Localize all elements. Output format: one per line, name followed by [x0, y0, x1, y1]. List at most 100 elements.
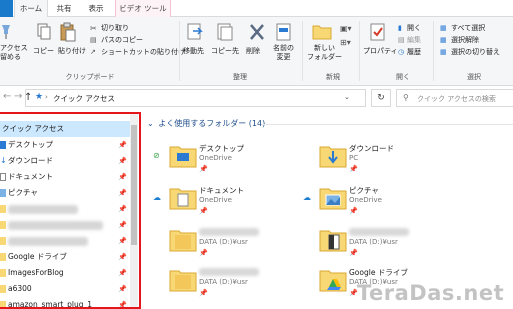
pin-icon: 📌 [349, 207, 358, 215]
tab-view[interactable]: 表示 [85, 0, 107, 17]
content-pane: ⌄ よく使用するフォルダー (14) ⊘ デスクトップ OneDrive 📌 ダ… [143, 113, 513, 309]
properties-button[interactable]: プロパティ [363, 47, 398, 56]
copy-to-icon [216, 22, 234, 42]
picture-folder-icon [319, 183, 347, 213]
group-open-label: 開く [396, 73, 410, 81]
folder-tile-downloads[interactable]: ダウンロード PC 📌 [293, 141, 443, 181]
quick-access-star-icon: ★ [35, 92, 44, 102]
edit-icon: ▤ [398, 36, 405, 44]
easy-access-icon[interactable]: ⊞▾ [340, 38, 351, 47]
folder-tile-pictures[interactable]: ☁ ピクチャ OneDrive 📌 [293, 183, 443, 223]
group-separator [302, 21, 303, 81]
paste-shortcut-button[interactable]: ショートカットの貼り付け [101, 48, 185, 57]
refresh-button[interactable]: ↻ [371, 89, 391, 107]
cut-button[interactable]: 切り取り [101, 24, 129, 33]
paste-button[interactable]: 貼り付け [58, 47, 86, 56]
copy-path-button[interactable]: パスのコピー [101, 36, 143, 45]
chevron-down-icon[interactable]: ⌄ [344, 93, 350, 101]
breadcrumb-chevron-icon: › [45, 93, 48, 101]
folder-tile-documents[interactable]: ☁ ドキュメント OneDrive 📌 [143, 183, 293, 223]
folder-tile-data[interactable]: DATA (D:)¥usr 📌 [143, 265, 293, 305]
refresh-icon: ↻ [377, 93, 385, 103]
history-button[interactable]: 履歴 [407, 48, 421, 57]
move-to-icon [186, 22, 204, 42]
forward-arrow-icon[interactable]: → [14, 91, 22, 102]
select-all-button[interactable]: すべて選択 [451, 24, 485, 33]
group-separator [433, 21, 434, 81]
new-folder-button[interactable]: 新しい フォルダー [307, 44, 342, 62]
section-header[interactable]: ⌄ よく使用するフォルダー (14) [147, 118, 265, 129]
select-none-button[interactable]: 選択解除 [451, 36, 479, 45]
rename-button[interactable]: 名前の 変更 [273, 44, 294, 62]
select-all-icon: ▦ [440, 24, 447, 32]
group-organize-label: 整理 [233, 73, 247, 81]
address-bar[interactable]: ↑ ★ › クイック アクセス ⌄ [24, 89, 366, 107]
up-arrow-icon[interactable]: ↑ [24, 92, 32, 103]
invert-selection-icon: ▦ [440, 48, 447, 56]
tab-home[interactable]: ホーム [14, 0, 48, 18]
highlight-frame [0, 112, 141, 309]
group-new-label: 新規 [326, 73, 340, 81]
open-icon: ▮ [398, 24, 402, 32]
divider [261, 124, 513, 125]
redacted-label [199, 228, 259, 236]
redacted-label [349, 228, 409, 236]
folder-icon [169, 225, 197, 255]
tab-share[interactable]: 共有 [53, 0, 75, 17]
rename-icon [276, 22, 292, 42]
pin-icon: 📌 [199, 165, 208, 173]
new-item-icon[interactable]: ▣▾ [340, 24, 352, 33]
search-icon: ⚲ [403, 93, 409, 102]
sync-ok-icon: ⊘ [153, 151, 160, 160]
folder-tile-data[interactable]: DATA (D:)¥usr 📌 [293, 225, 443, 265]
new-folder-icon [312, 22, 332, 40]
open-button[interactable]: 開く [407, 24, 421, 33]
group-select-label: 選択 [467, 73, 481, 81]
pin-icon [0, 23, 12, 39]
pin-icon: 📌 [199, 289, 208, 297]
folder-icon [319, 225, 347, 255]
cloud-icon: ☁ [153, 193, 161, 202]
pin-icon: 📌 [349, 165, 358, 173]
pin-quick-access-button[interactable]: アクセス 留める [0, 44, 28, 62]
tab-file[interactable] [0, 0, 13, 17]
back-arrow-icon[interactable]: ← [3, 91, 11, 102]
address-row: ← → ↑ ★ › クイック アクセス ⌄ ↻ ⚲ クイック アクセスの検索 [0, 86, 513, 110]
tab-video-tools[interactable]: ビデオ ツール [115, 0, 171, 17]
edit-button[interactable]: 編集 [407, 36, 421, 45]
document-folder-icon [169, 183, 197, 213]
cloud-icon: ☁ [303, 193, 311, 202]
google-drive-folder-icon [319, 265, 347, 295]
history-icon: ◷ [398, 48, 405, 56]
copy-to-button[interactable]: コピー先 [211, 47, 239, 56]
desktop-folder-icon [169, 141, 197, 171]
pin-icon: 📌 [199, 249, 208, 257]
path-icon: ▤ [90, 36, 97, 44]
folder-tile-data[interactable]: DATA (D:)¥usr 📌 [143, 225, 293, 265]
shortcut-icon: ↗ [90, 48, 96, 56]
pin-icon: 📌 [199, 207, 208, 215]
copy-icon [37, 23, 51, 41]
properties-icon [370, 22, 386, 42]
move-to-button[interactable]: 移動先 [183, 47, 204, 56]
scissors-icon: ✂ [90, 24, 97, 33]
invert-selection-button[interactable]: 選択の切り替え [451, 48, 500, 57]
group-separator [179, 21, 180, 81]
search-input[interactable]: ⚲ クイック アクセスの検索 [396, 89, 513, 107]
select-none-icon: ▦ [440, 36, 447, 44]
ribbon: アクセス 留める コピー 貼り付け ✂ 切り取り ▤ パスのコピー ↗ ショートカ… [0, 17, 513, 86]
paste-icon [60, 22, 76, 42]
watermark: TeraDas.net [357, 281, 505, 305]
delete-button[interactable]: 削除 [246, 47, 260, 56]
copy-button[interactable]: コピー [33, 47, 54, 56]
search-placeholder: クイック アクセスの検索 [417, 95, 496, 103]
chevron-down-icon[interactable]: ⌄ [147, 119, 154, 128]
group-clipboard-label: クリップボード [65, 73, 115, 81]
ribbon-tab-bar: ホーム 共有 表示 ビデオ ツール [0, 0, 513, 18]
group-separator [359, 21, 360, 81]
delete-icon [249, 23, 265, 41]
folder-icon [169, 265, 197, 295]
pin-icon: 📌 [349, 249, 358, 257]
breadcrumb[interactable]: クイック アクセス [53, 93, 115, 104]
folder-tile-desktop[interactable]: ⊘ デスクトップ OneDrive 📌 [143, 141, 293, 181]
